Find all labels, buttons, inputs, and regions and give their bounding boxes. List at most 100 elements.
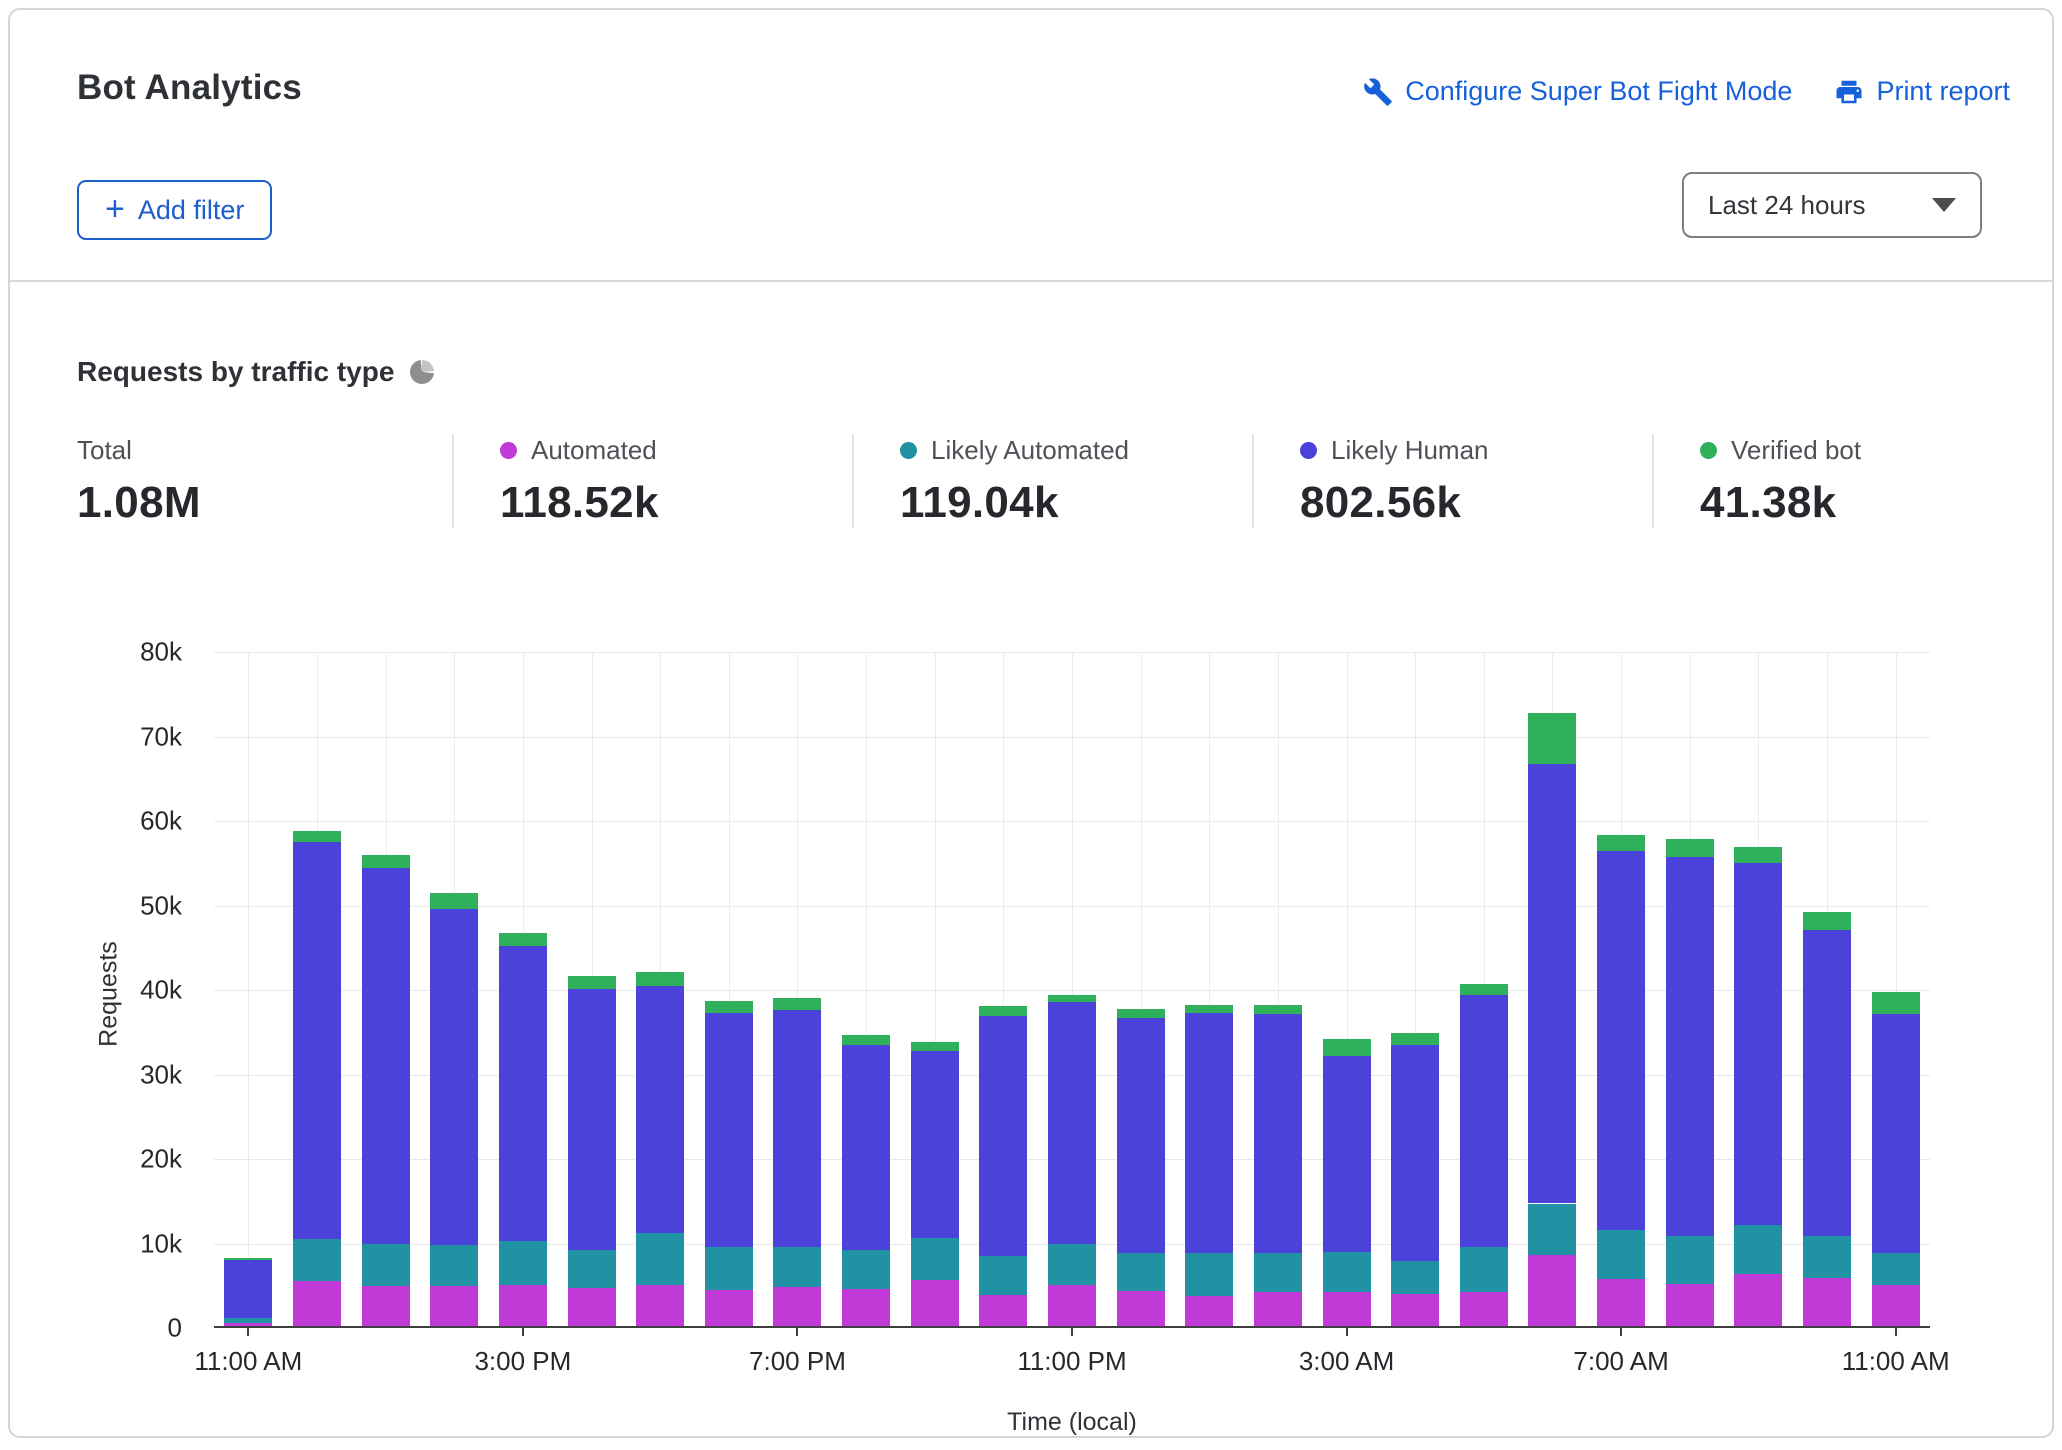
chart-bar[interactable] bbox=[1528, 713, 1576, 1326]
y-axis-tick-label: 20k bbox=[140, 1144, 182, 1175]
bar-segment-verified-bot bbox=[979, 1006, 1027, 1016]
bar-segment-likely-human bbox=[499, 946, 547, 1241]
bar-segment-likely-automated bbox=[1803, 1236, 1851, 1278]
chart-bar[interactable] bbox=[1803, 912, 1851, 1326]
stat-likely-automated: Likely Automated 119.04k bbox=[852, 434, 1252, 528]
stat-likely-human-label: Likely Human bbox=[1331, 435, 1489, 466]
traffic-stats-row: Total 1.08M Automated 118.52k Likely Aut… bbox=[77, 434, 2022, 528]
bar-segment-likely-human bbox=[362, 868, 410, 1244]
time-range-select[interactable]: Last 24 hours bbox=[1682, 172, 1982, 238]
bar-segment-likely-human bbox=[430, 909, 478, 1245]
bar-segment-likely-human bbox=[1734, 863, 1782, 1225]
bar-segment-likely-automated bbox=[842, 1250, 890, 1289]
bar-segment-automated bbox=[1185, 1296, 1233, 1326]
bar-segment-verified-bot bbox=[430, 893, 478, 908]
chart-bar[interactable] bbox=[430, 893, 478, 1326]
bar-segment-automated bbox=[1117, 1291, 1165, 1326]
chart-bar[interactable] bbox=[1460, 984, 1508, 1326]
bar-segment-verified-bot bbox=[1117, 1009, 1165, 1018]
chart-bar[interactable] bbox=[1597, 835, 1645, 1326]
x-axis-tick-label: 11:00 AM bbox=[194, 1346, 302, 1377]
likely-automated-legend-dot bbox=[900, 442, 917, 459]
bar-segment-likely-automated bbox=[1734, 1225, 1782, 1274]
bot-analytics-page: Bot Analytics Configure Super Bot Fight … bbox=[0, 0, 2062, 1450]
bar-segment-automated bbox=[979, 1295, 1027, 1326]
analytics-card: Bot Analytics Configure Super Bot Fight … bbox=[8, 8, 2054, 1438]
chart-bar[interactable] bbox=[636, 972, 684, 1326]
bar-segment-likely-human bbox=[293, 842, 341, 1239]
bar-segment-likely-human bbox=[1528, 764, 1576, 1203]
bar-segment-likely-automated bbox=[499, 1241, 547, 1286]
chart-bar[interactable] bbox=[773, 998, 821, 1326]
x-axis-tick-label: 7:00 AM bbox=[1573, 1346, 1668, 1377]
chart-bar[interactable] bbox=[1048, 995, 1096, 1326]
bar-segment-automated bbox=[1734, 1274, 1782, 1326]
section-title: Requests by traffic type bbox=[77, 356, 394, 388]
bar-segment-automated bbox=[499, 1285, 547, 1326]
stat-total-value: 1.08M bbox=[77, 478, 442, 528]
bar-segment-likely-human bbox=[979, 1016, 1027, 1256]
bar-segment-automated bbox=[911, 1280, 959, 1326]
bar-segment-likely-human bbox=[1597, 851, 1645, 1230]
vertical-gridline bbox=[248, 652, 249, 1326]
x-axis-tick bbox=[796, 1326, 798, 1336]
bar-segment-automated bbox=[636, 1285, 684, 1326]
page-title: Bot Analytics bbox=[77, 68, 302, 108]
bar-segment-likely-human bbox=[1048, 1002, 1096, 1244]
bar-segment-likely-human bbox=[636, 986, 684, 1233]
x-axis-tick bbox=[1895, 1326, 1897, 1336]
bar-segment-likely-human bbox=[705, 1013, 753, 1247]
y-axis-tick-label: 0 bbox=[168, 1313, 182, 1344]
print-report-link[interactable]: Print report bbox=[1834, 76, 2010, 107]
bar-segment-automated bbox=[1803, 1278, 1851, 1326]
chart-bar[interactable] bbox=[1391, 1033, 1439, 1326]
chart-bar[interactable] bbox=[1666, 839, 1714, 1326]
bar-segment-likely-automated bbox=[430, 1245, 478, 1286]
chart-bar[interactable] bbox=[911, 1042, 959, 1326]
chart-bar[interactable] bbox=[293, 831, 341, 1326]
bar-segment-verified-bot bbox=[1323, 1039, 1371, 1056]
x-axis-tick bbox=[1620, 1326, 1622, 1336]
stat-total-label: Total bbox=[77, 435, 132, 466]
y-axis-tick-labels: 010k20k30k40k50k60k70k80k bbox=[70, 652, 182, 1328]
bar-segment-automated bbox=[1597, 1279, 1645, 1326]
add-filter-button[interactable]: + Add filter bbox=[77, 180, 272, 240]
stat-verified-bot-label: Verified bot bbox=[1731, 435, 1861, 466]
bar-segment-likely-automated bbox=[293, 1239, 341, 1281]
bar-segment-likely-human bbox=[1872, 1014, 1920, 1252]
stat-automated: Automated 118.52k bbox=[452, 434, 852, 528]
chart-bar[interactable] bbox=[362, 855, 410, 1327]
bar-segment-verified-bot bbox=[1048, 995, 1096, 1003]
bar-segment-automated bbox=[1048, 1285, 1096, 1326]
bar-segment-likely-automated bbox=[568, 1250, 616, 1288]
bar-segment-likely-automated bbox=[911, 1238, 959, 1280]
chart-bar[interactable] bbox=[1117, 1009, 1165, 1326]
bar-segment-automated bbox=[1391, 1294, 1439, 1326]
y-axis-tick-label: 40k bbox=[140, 975, 182, 1006]
configure-super-bot-fight-mode-link[interactable]: Configure Super Bot Fight Mode bbox=[1363, 76, 1792, 107]
bar-segment-likely-human bbox=[842, 1045, 890, 1250]
bar-segment-likely-automated bbox=[979, 1256, 1027, 1295]
chart-bar[interactable] bbox=[1254, 1005, 1302, 1326]
bar-segment-verified-bot bbox=[1872, 992, 1920, 1014]
chart-bar[interactable] bbox=[705, 1001, 753, 1326]
chart-bar[interactable] bbox=[1872, 992, 1920, 1326]
chart-bar[interactable] bbox=[842, 1034, 890, 1326]
chart-bar[interactable] bbox=[499, 933, 547, 1326]
chart-bar[interactable] bbox=[979, 1006, 1027, 1326]
bar-segment-likely-automated bbox=[1872, 1253, 1920, 1286]
bar-segment-automated bbox=[568, 1288, 616, 1326]
bar-segment-verified-bot bbox=[224, 1258, 272, 1260]
bar-segment-verified-bot bbox=[1597, 835, 1645, 851]
chart-bar[interactable] bbox=[1185, 1005, 1233, 1326]
chart-bar[interactable] bbox=[1734, 847, 1782, 1326]
chart-bar[interactable] bbox=[1323, 1039, 1371, 1326]
y-axis-tick-label: 60k bbox=[140, 806, 182, 837]
bar-segment-verified-bot bbox=[1254, 1005, 1302, 1014]
bar-segment-likely-automated bbox=[362, 1244, 410, 1286]
chart-bar[interactable] bbox=[224, 1258, 272, 1326]
section-title-row: Requests by traffic type bbox=[77, 356, 434, 388]
stat-total: Total 1.08M bbox=[77, 434, 452, 528]
x-axis-title: Time (local) bbox=[1007, 1408, 1137, 1437]
chart-bar[interactable] bbox=[568, 976, 616, 1326]
